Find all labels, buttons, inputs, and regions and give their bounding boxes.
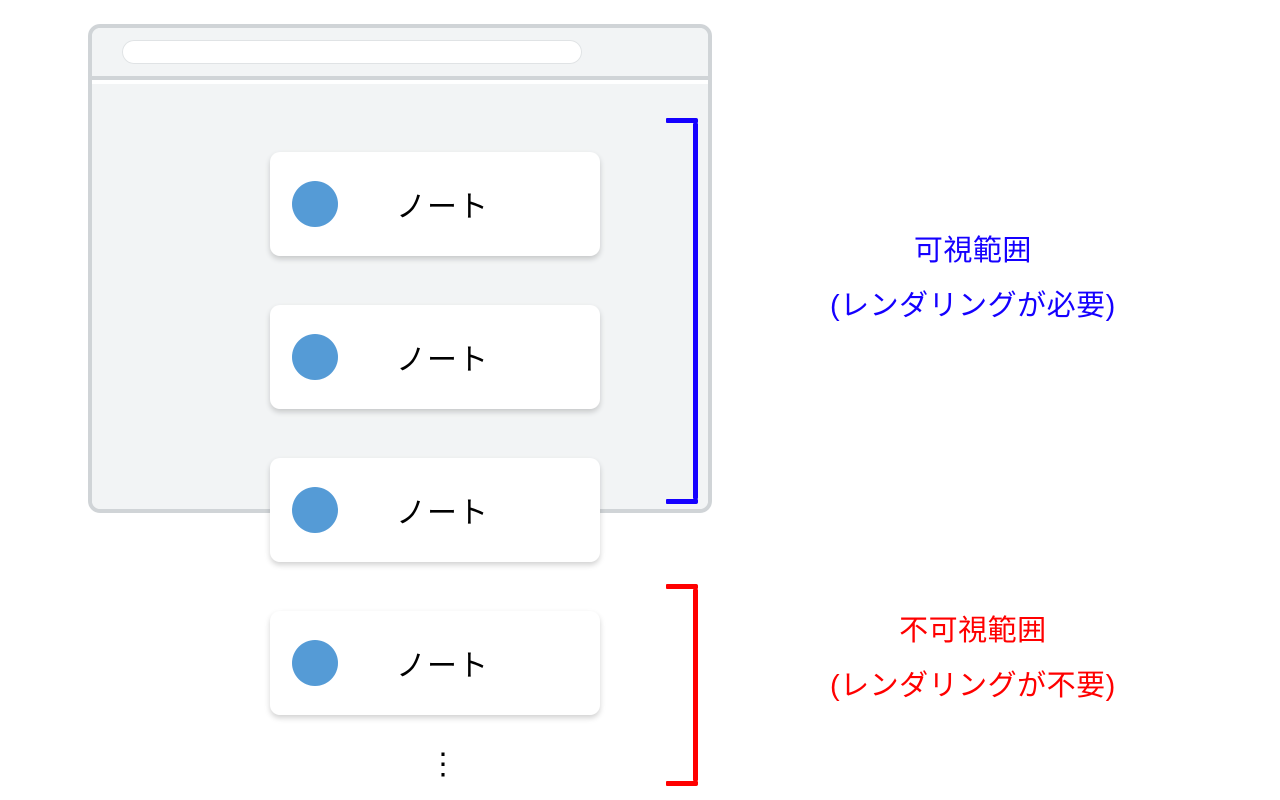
visible-range-label: 可視範囲 (レンダリングが必要) — [830, 224, 1116, 334]
bullet-icon — [292, 640, 338, 686]
card-label: ノート — [396, 488, 489, 532]
invisible-range-bracket — [666, 584, 698, 786]
list-item: ノート — [270, 611, 600, 715]
browser-title-bar — [92, 28, 708, 80]
invisible-range-subtitle: (レンダリングが不要) — [830, 659, 1116, 714]
card-list: ノート ノート ノート ノート — [270, 152, 600, 764]
address-bar[interactable] — [122, 40, 582, 64]
card-label: ノート — [396, 335, 489, 379]
list-item: ノート — [270, 305, 600, 409]
bullet-icon — [292, 334, 338, 380]
visible-range-subtitle: (レンダリングが必要) — [830, 279, 1116, 334]
list-item: ノート — [270, 458, 600, 562]
ellipsis-icon: ⋮ — [428, 757, 458, 772]
visible-range-title: 可視範囲 — [830, 224, 1116, 279]
bullet-icon — [292, 487, 338, 533]
invisible-range-label: 不可視範囲 (レンダリングが不要) — [830, 604, 1116, 714]
visible-range-bracket — [666, 118, 698, 504]
list-item: ノート — [270, 152, 600, 256]
invisible-range-title: 不可視範囲 — [830, 604, 1116, 659]
card-label: ノート — [396, 182, 489, 226]
diagram-stage: ノート ノート ノート ノート ⋮ 可視範囲 (レンダリングが必要) 不可視範囲 — [0, 0, 1280, 800]
bullet-icon — [292, 181, 338, 227]
card-label: ノート — [396, 641, 489, 685]
